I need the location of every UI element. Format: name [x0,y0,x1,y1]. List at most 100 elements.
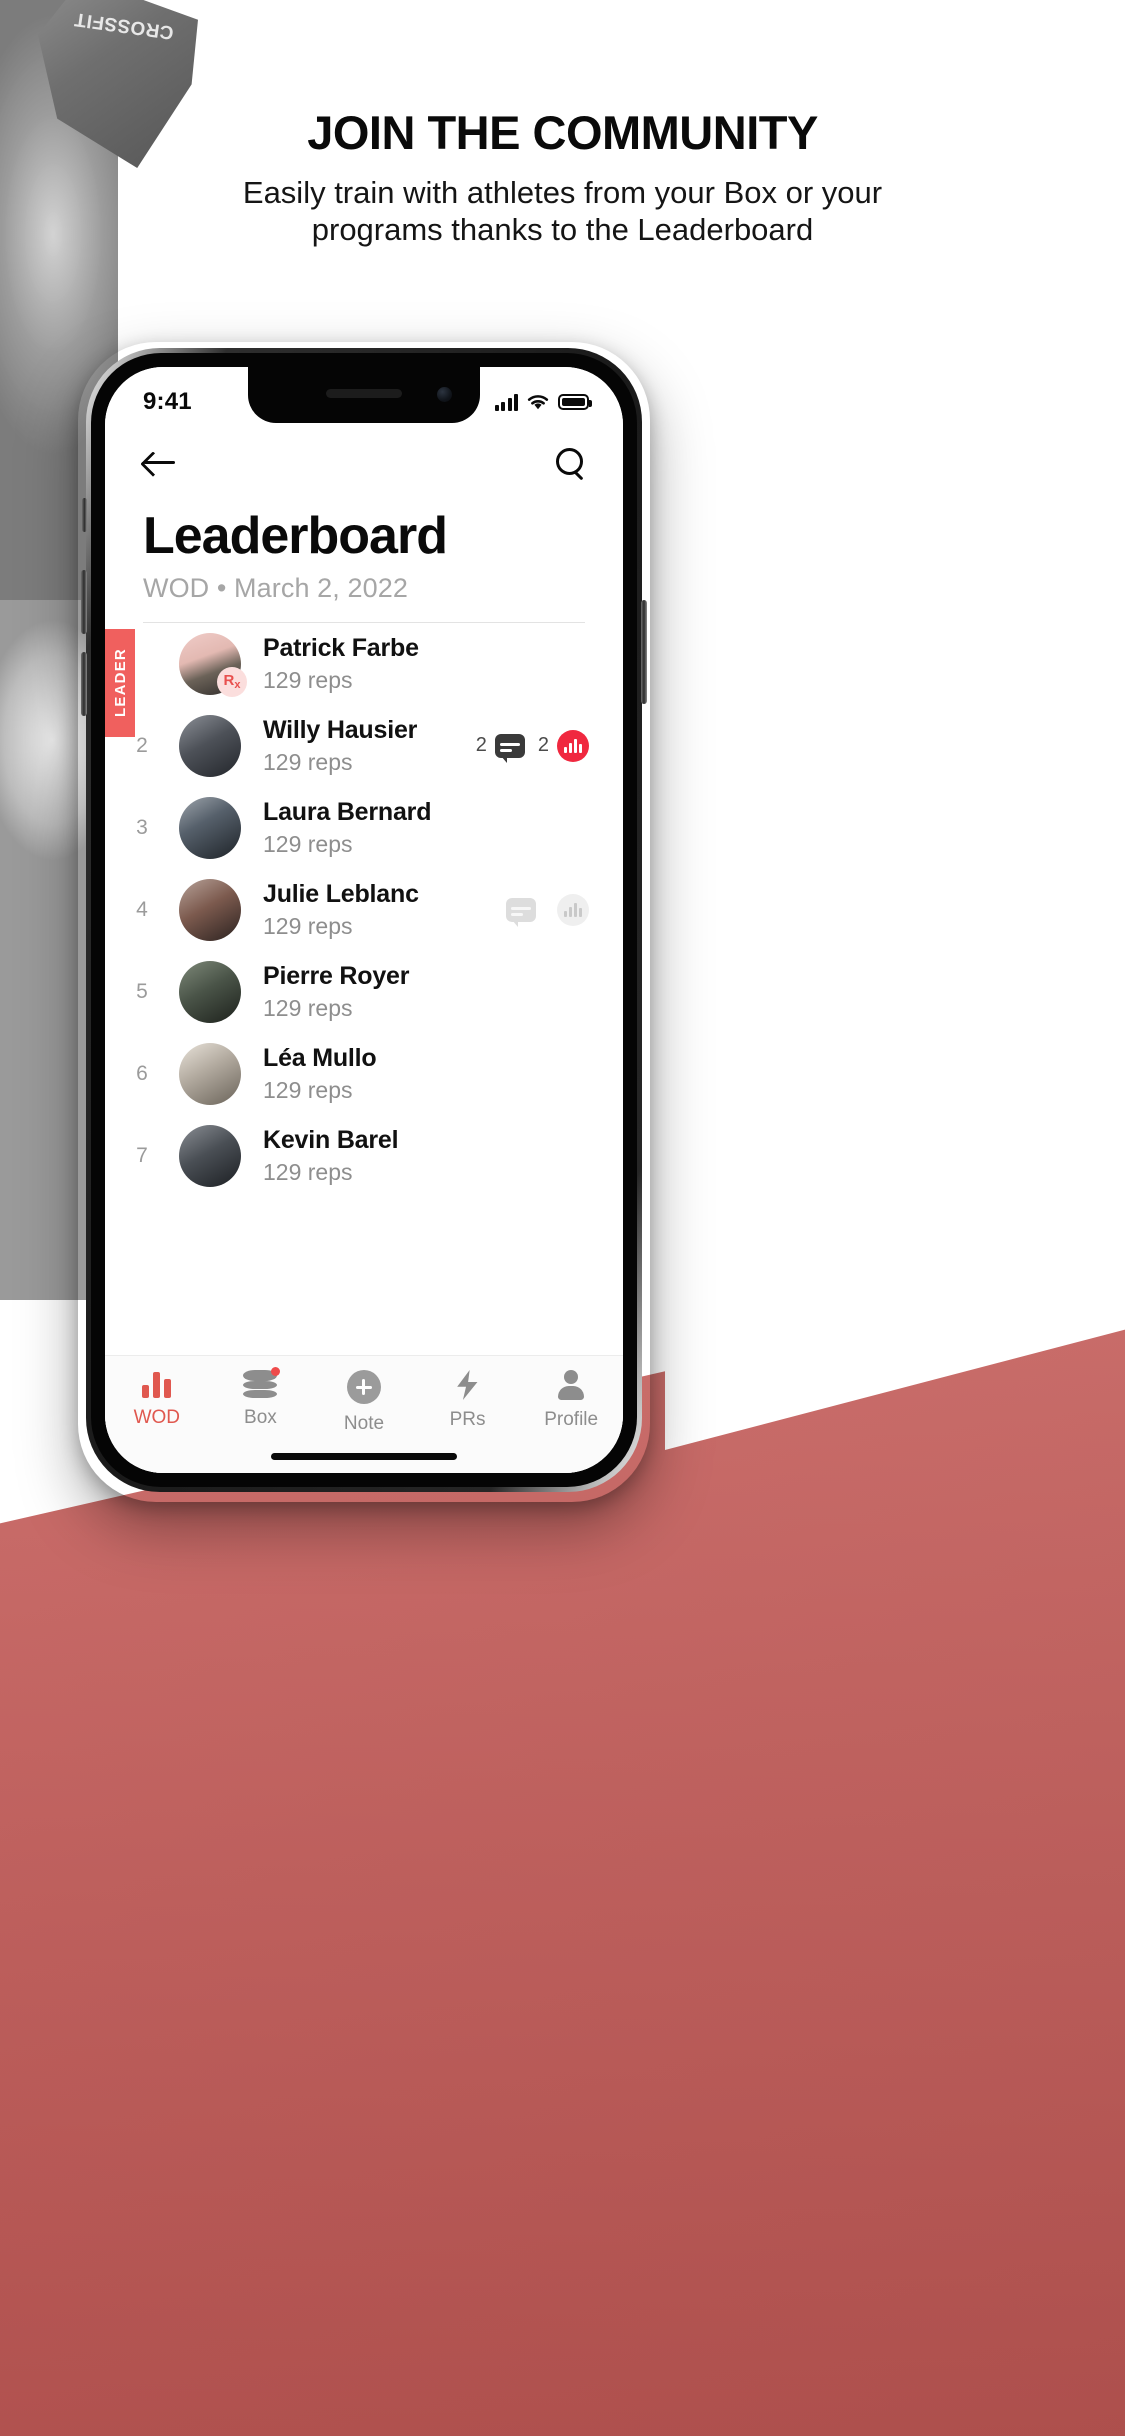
athlete-name: Willy Hausier [263,715,418,744]
notification-dot [271,1367,281,1376]
tab-prs[interactable]: PRs [416,1370,520,1431]
table-row[interactable]: 2 Willy Hausier 129 reps 2 2 [105,705,623,787]
search-icon[interactable] [555,447,585,477]
athlete-name: Laura Bernard [263,797,432,826]
rx-badge-label: Rx [223,671,241,691]
row-info: Willy Hausier 129 reps [241,716,476,776]
tab-wod[interactable]: WOD [105,1370,209,1429]
app-content: Leaderboard WOD • March 2, 2022 LEADER R… [105,367,623,1473]
leader-badge-label: LEADER [111,648,129,718]
table-row[interactable]: Rx Patrick Farbe 129 reps [105,623,623,705]
table-row[interactable]: 3 Laura Bernard 129 reps [105,787,623,869]
table-row[interactable]: 6 Léa Mullo 129 reps [105,1033,623,1115]
avatar[interactable] [179,1124,241,1187]
athlete-score: 129 reps [263,912,353,939]
row-actions [498,893,589,927]
row-info: Kevin Barel 129 reps [241,1126,589,1186]
earpiece-speaker [326,389,402,398]
clap-count: 2 [537,734,549,757]
avatar-image [179,714,241,777]
row-info: Patrick Farbe 129 reps [241,634,589,694]
phone-notch [248,367,480,423]
front-camera-icon [437,387,452,402]
row-info: Léa Mullo 129 reps [241,1044,589,1104]
phone-frame: 9:41 Leaderboard WOD • March 2, 2022 LEA… [81,348,647,1492]
avatar-image [179,1124,241,1187]
phone-power-button[interactable] [641,600,647,704]
table-row[interactable]: 7 Kevin Barel 129 reps [105,1115,623,1197]
comment-count: 2 [475,734,487,757]
clap-icon[interactable] [557,729,589,762]
row-actions: 2 2 [475,729,589,763]
phone-mute-switch[interactable] [82,498,87,532]
clap-icon[interactable] [557,893,589,926]
clap-action[interactable] [549,893,589,926]
tab-profile[interactable]: Profile [519,1370,623,1431]
athlete-score: 129 reps [263,1158,353,1185]
promo-headline: JOIN THE COMMUNITY [307,106,818,159]
avatar[interactable] [179,960,241,1023]
athlete-score: 129 reps [263,1076,353,1103]
page-subtitle: WOD • March 2, 2022 [143,572,408,603]
avatar-image [179,960,241,1023]
plus-circle-icon [346,1370,381,1404]
comment-icon[interactable] [506,897,536,927]
row-rank: 4 [136,897,148,921]
avatar[interactable] [179,1042,241,1105]
table-row[interactable]: 5 Pierre Royer 129 reps [105,951,623,1033]
layers-icon [243,1367,281,1398]
comment-action[interactable] [498,897,536,927]
app-bar [105,425,623,499]
avatar[interactable] [179,714,241,777]
wifi-icon [527,395,549,410]
leaderboard-list[interactable]: LEADER Rx Patrick Farbe 129 reps 2 Willy… [105,623,623,1355]
lightning-bolt-icon [455,1370,481,1400]
rx-badge: Rx [217,666,247,697]
bar-chart-icon [142,1370,172,1398]
tab-label: Profile [544,1409,599,1430]
phone-mockup: 9:41 Leaderboard WOD • March 2, 2022 LEA… [81,348,647,1492]
phone-volume-up-button[interactable] [81,570,87,634]
person-icon [557,1370,585,1400]
battery-icon [558,394,592,410]
athlete-score: 129 reps [263,830,353,857]
promo-subheadline: Easily train with athletes from your Box… [242,175,883,247]
page-title: Leaderboard [143,507,448,565]
athlete-score: 129 reps [263,994,353,1021]
athlete-score: 129 reps [263,666,353,693]
status-bar-indicators [494,393,592,411]
avatar[interactable] [179,878,241,941]
tab-label: PRs [449,1409,486,1430]
row-info: Julie Leblanc 129 reps [241,880,498,940]
comment-icon[interactable] [494,733,525,763]
tab-label: WOD [133,1407,181,1428]
comment-action[interactable]: 2 [475,733,525,763]
athlete-name: Pierre Royer [263,961,410,990]
table-row[interactable]: 4 Julie Leblanc 129 reps [105,869,623,951]
leader-badge: LEADER [105,628,135,737]
avatar-image [179,878,241,941]
home-indicator[interactable] [271,1453,457,1460]
tab-note[interactable]: Note [312,1370,416,1435]
row-rank: 6 [136,1061,148,1085]
tab-label: Box [244,1407,277,1428]
athlete-name: Patrick Farbe [263,633,419,662]
avatar-image [179,1042,241,1105]
row-rank: 7 [136,1143,148,1167]
row-info: Pierre Royer 129 reps [241,962,589,1022]
clap-action[interactable]: 2 [537,729,589,762]
arrow-left-icon[interactable] [143,448,177,476]
row-rank: 3 [136,815,148,839]
avatar[interactable]: Rx [179,632,247,697]
status-bar-time: 9:41 [143,388,192,415]
avatar-image [179,796,241,859]
athlete-name: Kevin Barel [263,1125,399,1154]
avatar[interactable] [179,796,241,859]
tab-box[interactable]: Box [209,1367,313,1429]
athlete-score: 129 reps [263,748,353,775]
phone-bezel: 9:41 Leaderboard WOD • March 2, 2022 LEA… [91,353,637,1487]
athlete-name: Julie Leblanc [263,879,419,908]
phone-screen: 9:41 Leaderboard WOD • March 2, 2022 LEA… [105,367,623,1473]
row-info: Laura Bernard 129 reps [241,798,589,858]
phone-volume-down-button[interactable] [81,652,87,716]
